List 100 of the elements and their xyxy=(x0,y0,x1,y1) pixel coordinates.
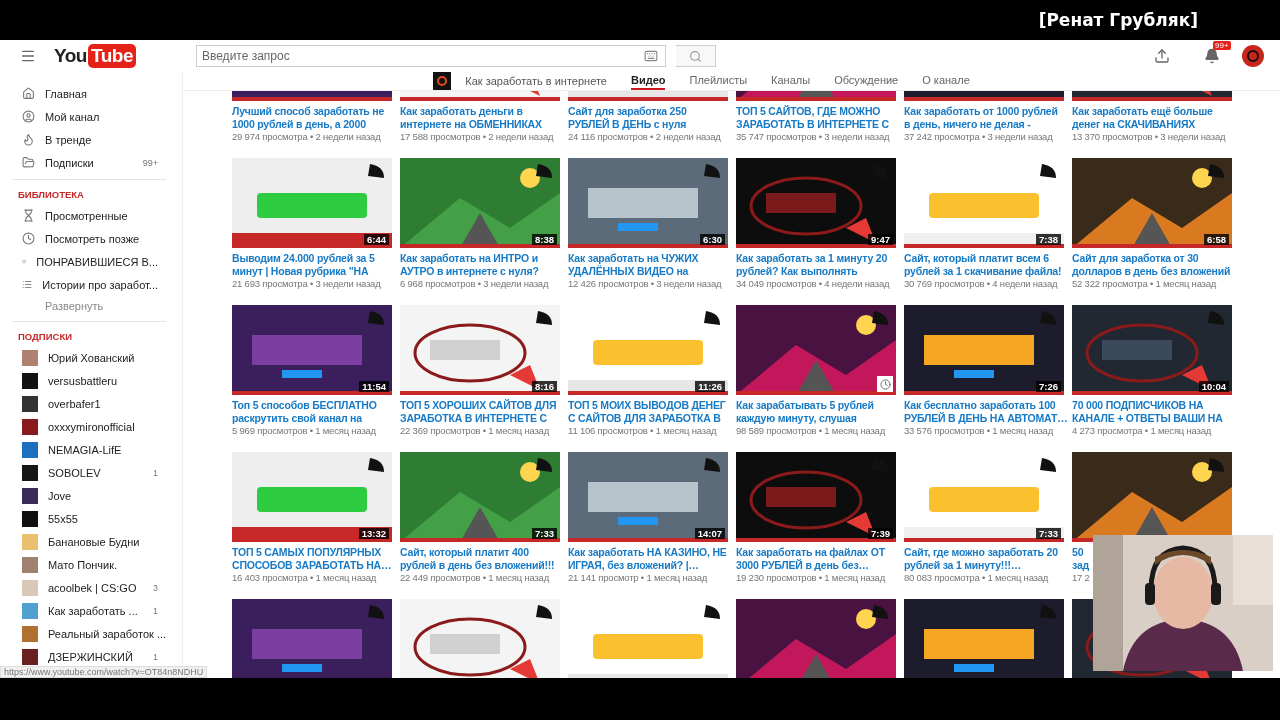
video-stats: 4 273 просмотра • 1 месяц назад xyxy=(1072,425,1212,436)
video-title[interactable]: Как заработать за 1 минуту 20 рублей? Как выполнять xyxy=(736,252,888,278)
search-field[interactable]: Введите запрос xyxy=(195,45,666,67)
video-title[interactable]: Как бесплатно заработать 100 РУБЛЕЙ В ДЕНЬ НА АВТОМАТ… xyxy=(904,399,1068,425)
video-stats: 17 2 xyxy=(1072,572,1090,583)
video-stats: 17 588 просмотров • 2 недели назад xyxy=(400,131,554,142)
subscription-item[interactable]: ДЗЕРЖИНСКИЙ 1 xyxy=(0,645,182,668)
video-title[interactable]: ТОП 5 САЙТОВ, ГДЕ МОЖНО ЗАРАБОТАТЬ В ИНТЕРНЕТЕ С xyxy=(736,105,889,131)
subscription-item[interactable]: Банановые Будни xyxy=(0,530,182,553)
video-stats: 33 576 просмотров • 1 месяц назад xyxy=(904,425,1054,436)
video-title[interactable]: Сайт, который платит 400 рублей в день без вложений!!! xyxy=(400,546,555,572)
video-stats: 24 116 просмотров • 2 недели назад xyxy=(568,131,721,142)
video-duration: 14:07 xyxy=(694,528,725,539)
section-heading: ПОДПИСКИ xyxy=(17,330,73,344)
channel-icon xyxy=(433,72,452,90)
video-title[interactable]: Как зарабатывать 5 рублей каждую минуту, слушая xyxy=(736,399,874,425)
account-avatar[interactable] xyxy=(1242,45,1264,67)
subscription-item[interactable]: Мато Пончик. xyxy=(0,553,182,576)
channel-tab[interactable]: Обсуждение xyxy=(834,72,899,90)
video-stats: 5 969 просмотров • 1 месяц назад xyxy=(232,425,376,436)
item-count: 3 xyxy=(153,582,158,593)
video-stats: 22 449 просмотров • 1 месяц назад xyxy=(400,572,550,583)
video-stats: 37 242 просмотра • 3 недели назад xyxy=(904,131,1053,142)
channel-tab[interactable]: О канале xyxy=(922,72,970,90)
video-stats: 11 106 просмотров • 1 месяц назад xyxy=(568,425,717,436)
video-title[interactable]: Сайт, который платит всем 6 рублей за 1 скачивание файла! xyxy=(904,252,1062,278)
video-title[interactable]: Как заработать на файлах ОТ 3000 РУБЛЕЙ в день без… xyxy=(736,546,885,572)
sidebar-item[interactable]: Мой канал xyxy=(0,105,182,128)
video-title[interactable]: Лучший способ заработать не 1000 рублей в день, а 2000 xyxy=(232,105,385,131)
section-heading: БИБЛИОТЕКА xyxy=(17,188,85,202)
video-stats: 21 141 просмотр • 1 месяц назад xyxy=(568,572,708,583)
video-title[interactable]: Как заработать на ИНТРО и АУТРО в интернете с нуля? xyxy=(400,252,539,278)
video-title[interactable]: Как заработать ещё больше денег на СКАЧИВАНИЯХ xyxy=(1072,105,1213,131)
video-stats: 34 049 просмотров • 4 недели назад xyxy=(736,278,890,289)
user-icon xyxy=(22,110,35,123)
subscription-item[interactable]: SOBOLEV 1 xyxy=(0,461,182,484)
video-duration: 6:30 xyxy=(700,234,725,245)
video-stats: 22 369 просмотров • 1 месяц назад xyxy=(400,425,550,436)
menu-icon[interactable] xyxy=(20,48,36,64)
video-stats: 30 769 просмотров • 4 недели назад xyxy=(904,278,1058,289)
video-title[interactable]: ТОП 5 ХОРОШИХ САЙТОВ ДЛЯ ЗАРАБОТКА В ИНТЕРНЕТЕ С xyxy=(400,399,557,425)
sidebar-item[interactable]: Посмотреть позже xyxy=(0,227,182,250)
sidebar-item[interactable]: Главная xyxy=(0,82,182,105)
video-stats: 80 083 просмотра • 1 месяц назад xyxy=(904,572,1049,583)
item-count: 1 xyxy=(153,467,158,478)
subscription-item[interactable]: overbafer1 xyxy=(0,392,182,415)
video-title[interactable]: Как заработать НА КАЗИНО, НЕ ИГРАЯ, без вложений? |… xyxy=(568,546,727,572)
video-stats: 21 693 просмотра • 3 недели назад xyxy=(232,278,381,289)
search-icon xyxy=(688,49,702,63)
upload-icon[interactable] xyxy=(1154,48,1170,64)
video-duration: 7:33 xyxy=(1036,528,1061,539)
video-title[interactable]: Как заработать на ЧУЖИХ УДАЛЁННЫХ ВИДЕО на xyxy=(568,252,699,278)
video-title[interactable]: 70 000 ПОДПИСЧИКОВ НА КАНАЛЕ + ОТВЕТЫ ВАШИ НА xyxy=(1072,399,1223,425)
video-title[interactable]: ТОП 5 САМЫХ ПОПУЛЯРНЫХ СПОСОБОВ ЗАРАБОТАТЬ НА… xyxy=(232,546,392,572)
video-title[interactable]: Сайт, где можно заработать 20 рублей за 1 минуту!!!… xyxy=(904,546,1058,572)
video-duration: 6:58 xyxy=(1204,234,1229,245)
channel-tab[interactable]: Плейлисты xyxy=(689,72,748,90)
sidebar-item[interactable]: ПОНРАВИВШИЕСЯ В... xyxy=(0,250,182,273)
subscription-item[interactable]: versusbattleru xyxy=(0,369,182,392)
subscription-item[interactable]: Юрий Хованский xyxy=(0,346,182,369)
video-title[interactable]: Как заработать от 1000 рублей в день, ничего не делая - xyxy=(904,105,1058,131)
video-duration: 7:38 xyxy=(1036,234,1061,245)
sidebar-item[interactable]: В тренде xyxy=(0,128,182,151)
video-title[interactable]: Как заработать деньги в интернете на ОБМЕННИКАХ xyxy=(400,105,542,131)
subscription-item[interactable]: NEMAGIA-LifE xyxy=(0,438,182,461)
expand-link[interactable]: Развернуть xyxy=(0,296,182,316)
video-stats: 6 968 просмотров • 3 недели назад xyxy=(400,278,549,289)
sidebar-item[interactable]: Истории про заработ... xyxy=(0,273,182,296)
video-title[interactable]: ТОП 5 МОИХ ВЫВОДОВ ДЕНЕГ С САЙТОВ ДЛЯ ЗАРАБОТКА В xyxy=(568,399,726,425)
video-duration: 11:54 xyxy=(359,381,389,392)
subscription-item[interactable]: Jove xyxy=(0,484,182,507)
video-stats: 19 230 просмотров • 1 месяц назад xyxy=(736,572,886,583)
notifications-icon[interactable] xyxy=(1204,48,1220,64)
subscription-item[interactable]: acoolbek | CS:GO 3 xyxy=(0,576,182,599)
clock-icon xyxy=(22,232,35,245)
sidebar-item[interactable]: Просмотренные xyxy=(0,204,182,227)
video-duration: 7:33 xyxy=(532,528,557,539)
subscription-item[interactable]: oxxxymironofficial xyxy=(0,415,182,438)
item-count: 99+ xyxy=(142,157,158,168)
video-duration: 13:32 xyxy=(358,528,389,539)
video-duration: 8:38 xyxy=(532,234,557,245)
video-title[interactable]: 50 зад xyxy=(1072,546,1089,572)
home-icon xyxy=(22,87,35,100)
flame-icon xyxy=(22,133,35,146)
video-title[interactable]: Сайт для заработка от 30 долларов в день без вложений xyxy=(1072,252,1231,278)
video-caption: [Ренат Грубляк] xyxy=(1038,10,1198,30)
video-title[interactable]: Топ 5 способов БЕСПЛАТНО раскрутить свой канал на xyxy=(232,399,377,425)
video-title[interactable]: Выводим 24.000 рублей за 5 минут | Новая рубрика "НА xyxy=(232,252,375,278)
subscription-item[interactable]: Реальный заработок ... xyxy=(0,622,182,645)
clock-icon[interactable] xyxy=(877,376,893,392)
channel-name[interactable]: Как заработать в интернете xyxy=(465,72,607,90)
subscription-item[interactable]: Как заработать ... 1 xyxy=(0,599,182,622)
keyboard-icon[interactable] xyxy=(643,49,658,63)
video-duration: 7:26 xyxy=(1036,381,1061,392)
video-title[interactable]: Сайт для заработка 250 РУБЛЕЙ В ДЕНЬ с нуля xyxy=(568,105,687,131)
subscription-item[interactable]: 55x55 xyxy=(0,507,182,530)
folder-icon xyxy=(22,156,35,169)
channel-tab[interactable]: Каналы xyxy=(771,72,811,90)
sidebar-item[interactable]: Подписки 99+ xyxy=(0,151,182,174)
video-stats: 13 370 просмотров • 3 недели назад xyxy=(1072,131,1226,142)
